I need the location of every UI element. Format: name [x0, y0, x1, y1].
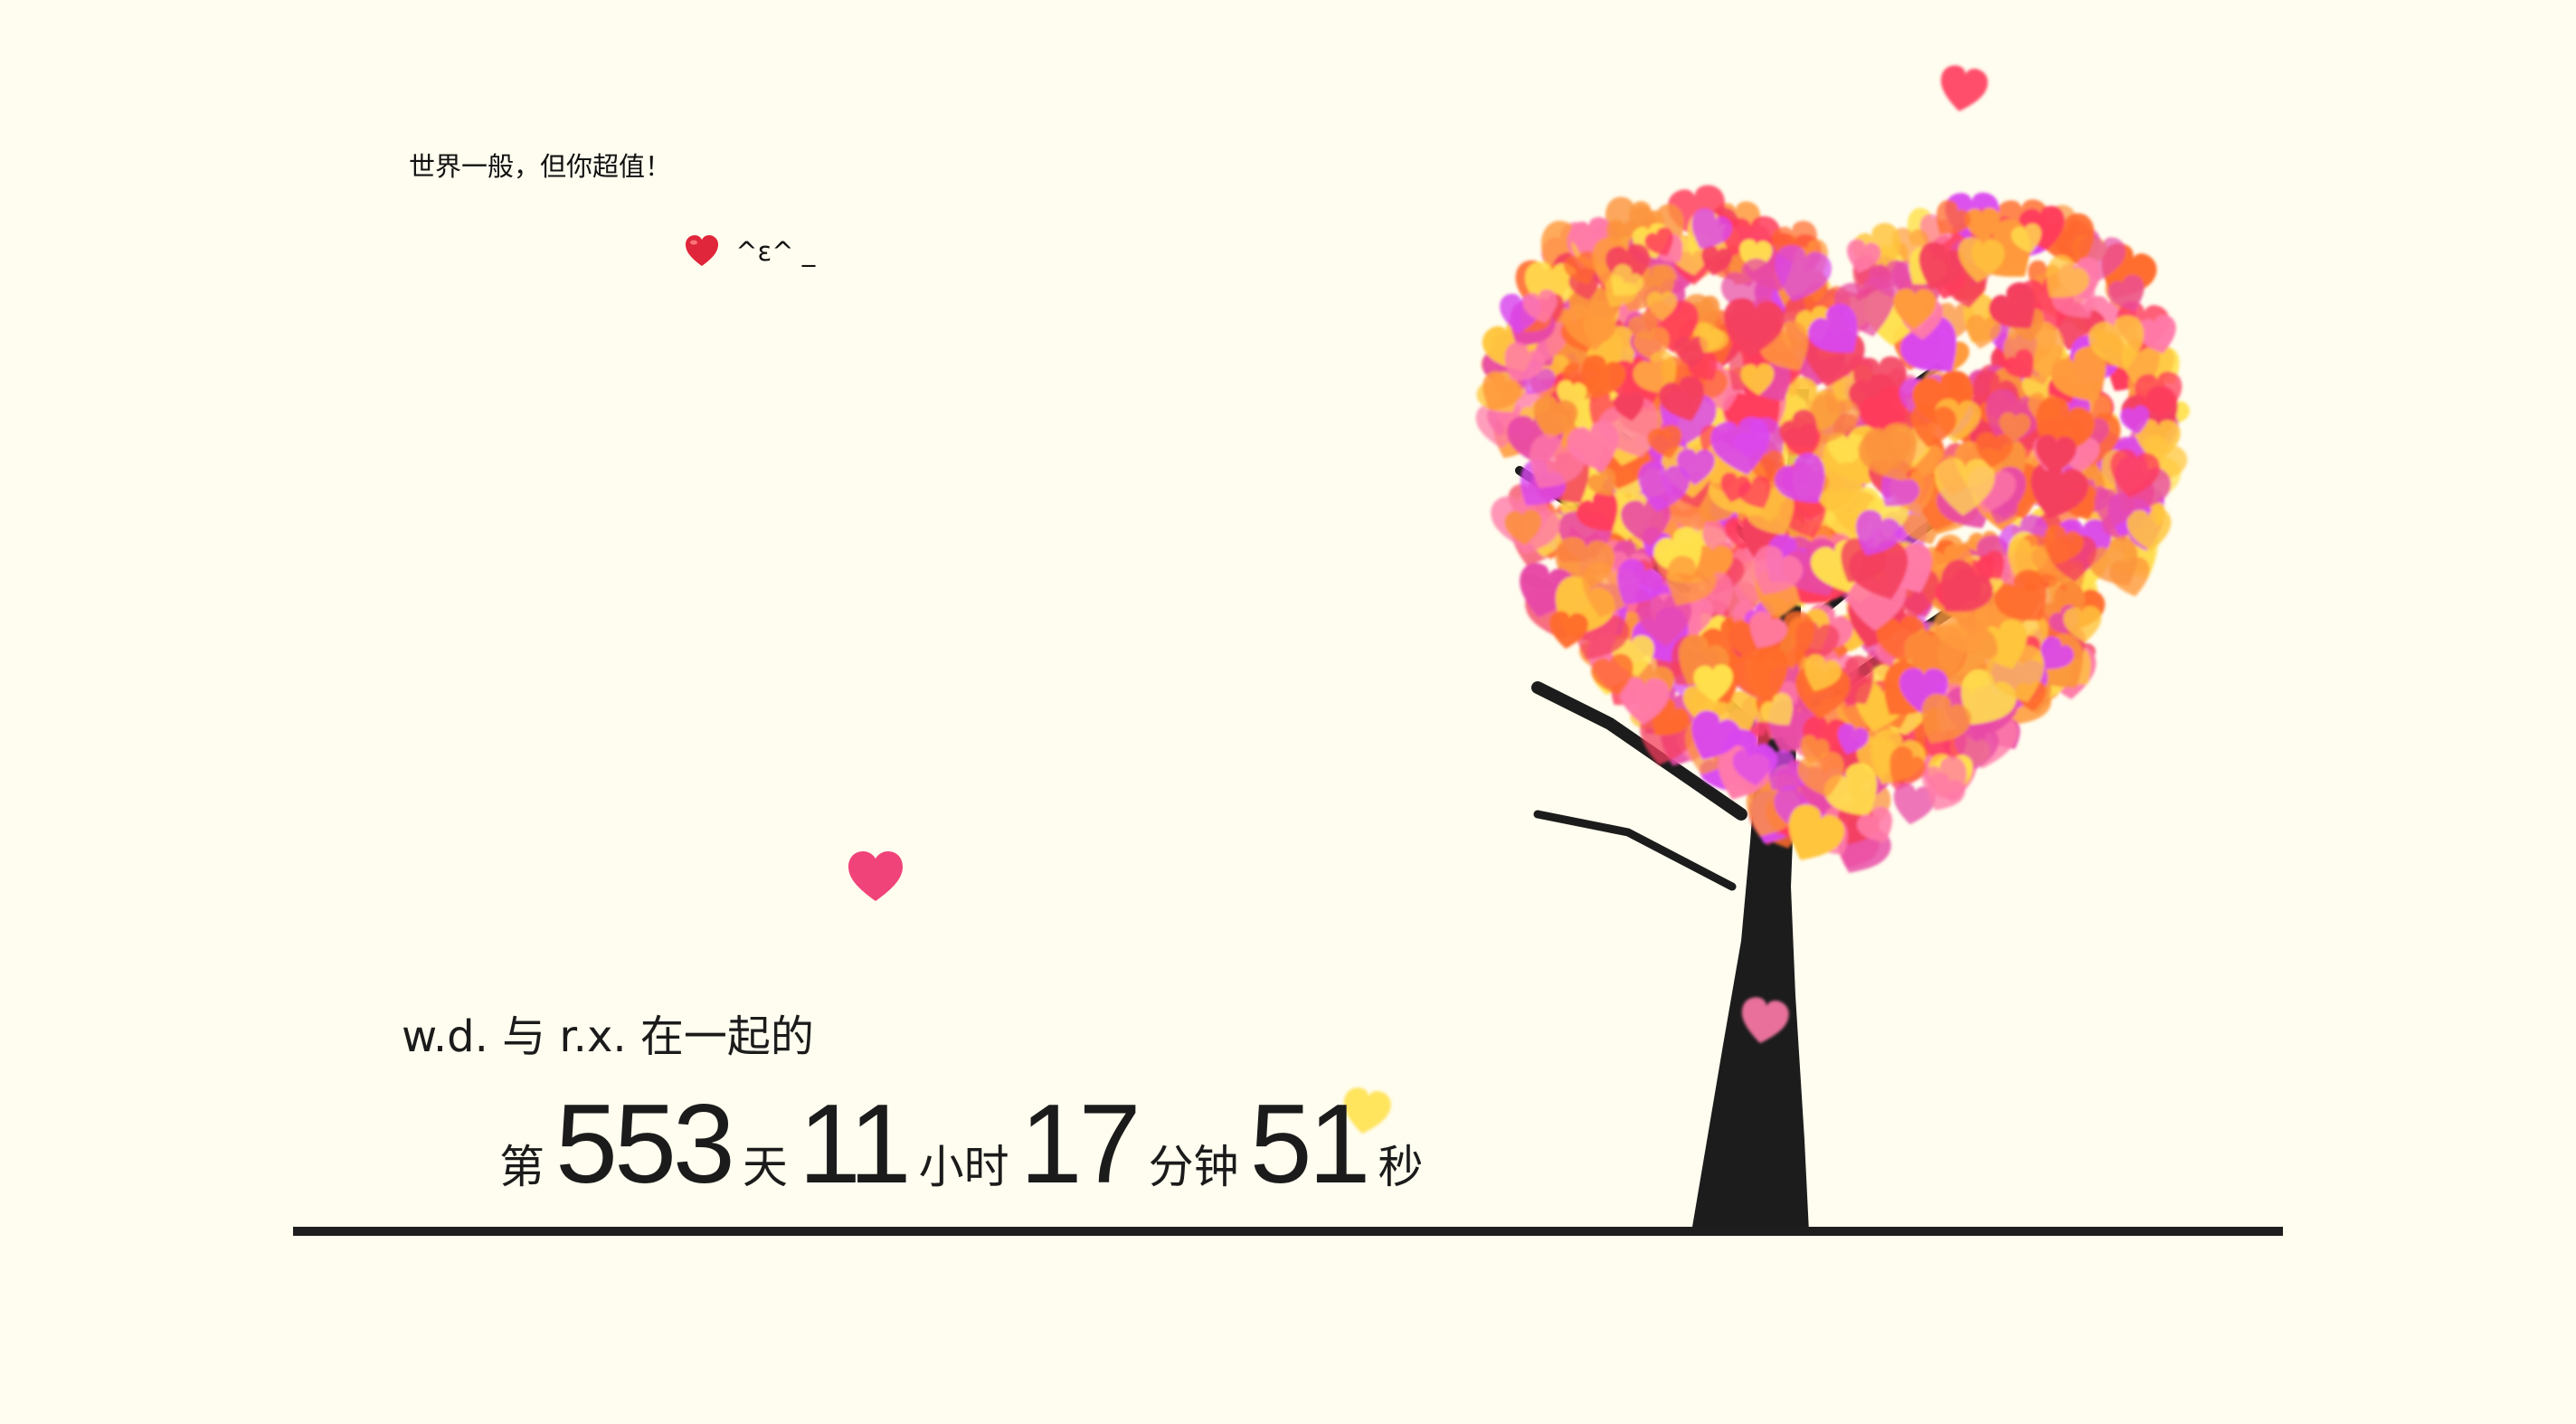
- together-caption: w.d. 与 r.x. 在一起的: [402, 1011, 814, 1062]
- floating-heart-icon: [848, 851, 903, 901]
- hours-unit: 小时: [918, 1141, 1009, 1193]
- love-tagline: 世界一般，但你超值！: [409, 151, 672, 182]
- love-counter-page: 世界一般，但你超值！ ^ε^ _ w.d. 与 r.x. 在一起的 第 553 …: [0, 0, 2576, 1424]
- falling-heart: [1940, 65, 1988, 112]
- time-counter: 第 553 天 11 小时 17 分钟 51 秒: [488, 1080, 1435, 1216]
- seconds-value: 51: [1249, 1082, 1371, 1207]
- hours-value: 11: [798, 1082, 912, 1207]
- counter-prefix: 第: [499, 1141, 545, 1193]
- minutes-unit: 分钟: [1148, 1141, 1239, 1193]
- emote-line: ^ε^ _: [684, 233, 815, 270]
- seconds-unit: 秒: [1378, 1141, 1424, 1193]
- ground-line: [293, 1227, 2283, 1236]
- red-heart-emoji-icon: [686, 235, 718, 266]
- days-value: 553: [555, 1082, 735, 1207]
- days-unit: 天: [742, 1141, 788, 1193]
- emote-text: ^ε^ _: [735, 236, 816, 267]
- minutes-value: 17: [1019, 1082, 1141, 1207]
